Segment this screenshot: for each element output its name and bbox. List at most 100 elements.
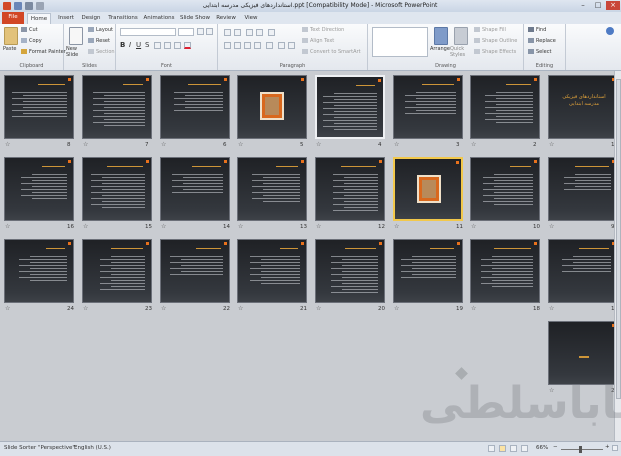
numbering-icon[interactable] [234,29,241,36]
slide-thumbnail[interactable] [315,239,385,303]
transition-star-icon[interactable]: ☆ [471,305,476,312]
slide-thumbnail[interactable] [393,157,463,221]
transition-star-icon[interactable]: ☆ [549,223,554,230]
transition-star-icon[interactable]: ☆ [549,305,554,312]
slide-thumbnail[interactable] [393,75,463,139]
replace-button[interactable]: Replace [528,38,556,44]
slide-thumbnail[interactable] [393,239,463,303]
transition-star-icon[interactable]: ☆ [394,141,399,148]
copy-button[interactable]: Copy [21,38,42,44]
slide-thumbnail[interactable] [4,157,74,221]
zoom-in-icon[interactable]: + [605,444,610,450]
transition-star-icon[interactable]: ☆ [161,223,166,230]
minimize-button[interactable]: – [576,1,590,10]
slide-thumbnail[interactable] [470,157,540,221]
italic-icon[interactable]: I [129,41,131,49]
increase-indent-icon[interactable] [256,29,263,36]
slide-thumbnail[interactable] [315,75,385,139]
find-button[interactable]: Find [528,27,546,33]
tab-slide-show[interactable]: Slide Show [179,13,211,24]
transition-star-icon[interactable]: ☆ [316,223,321,230]
slide-thumbnail[interactable] [82,75,152,139]
layout-button[interactable]: Layout [88,27,113,33]
align-text-button[interactable]: Align Text [302,38,334,44]
slide-sorter-view-icon[interactable] [499,445,506,452]
format-painter-button[interactable]: Format Painter [21,49,66,55]
zoom-slider-thumb[interactable] [579,446,582,453]
slide-thumbnail[interactable] [82,157,152,221]
align-right-icon[interactable] [244,42,251,49]
tab-review[interactable]: Review [214,13,238,24]
tab-design[interactable]: Design [80,13,102,24]
font-name-box[interactable] [120,28,176,36]
paste-icon[interactable] [4,27,18,45]
transition-star-icon[interactable]: ☆ [471,141,476,148]
undo-icon[interactable] [25,2,33,10]
transition-star-icon[interactable]: ☆ [394,223,399,230]
fit-to-window-icon[interactable] [612,445,618,451]
quick-styles-icon[interactable] [454,27,468,45]
slide-thumbnail[interactable] [548,157,618,221]
zoom-slider[interactable] [561,446,603,453]
shadow-icon[interactable]: S [145,41,149,49]
zoom-level[interactable]: 66% [536,445,548,451]
slide-thumbnail[interactable] [237,75,307,139]
character-spacing-icon[interactable] [164,42,171,49]
shape-effects-button[interactable]: Shape Effects [474,49,516,55]
transition-star-icon[interactable]: ☆ [316,141,321,148]
scrollbar-thumb[interactable] [616,79,621,399]
paste-button[interactable]: Paste [3,46,17,52]
arrange-button[interactable]: Arrange [430,46,450,52]
slide-thumbnail[interactable] [470,239,540,303]
font-size-box[interactable] [178,28,194,36]
help-icon[interactable] [606,27,614,35]
tab-transitions[interactable]: Transitions [106,13,140,24]
ltr-icon[interactable] [278,42,285,49]
transition-star-icon[interactable]: ☆ [238,223,243,230]
strikethrough-icon[interactable] [154,42,161,49]
slide-thumbnail[interactable] [160,239,230,303]
shape-outline-button[interactable]: Shape Outline [474,38,517,44]
reading-view-icon[interactable] [510,445,517,452]
slide-thumbnail[interactable] [470,75,540,139]
cut-button[interactable]: Cut [21,27,38,33]
transition-star-icon[interactable]: ☆ [316,305,321,312]
slide-thumbnail[interactable] [548,239,618,303]
transition-star-icon[interactable]: ☆ [83,305,88,312]
bullets-icon[interactable] [224,29,231,36]
transition-star-icon[interactable]: ☆ [549,141,554,148]
transition-star-icon[interactable]: ☆ [161,305,166,312]
transition-star-icon[interactable]: ☆ [394,305,399,312]
redo-icon[interactable] [36,2,44,10]
tab-file[interactable]: File [2,12,24,24]
tab-view[interactable]: View [241,13,261,24]
text-direction-button[interactable]: Text Direction [302,27,344,33]
new-slide-icon[interactable] [69,27,83,45]
maximize-button[interactable]: □ [591,1,605,10]
rtl-icon[interactable] [288,42,295,49]
select-button[interactable]: Select [528,49,551,55]
tab-insert[interactable]: Insert [55,13,77,24]
slide-thumbnail[interactable] [82,239,152,303]
quick-styles-button[interactable]: Quick Styles [450,46,474,58]
transition-star-icon[interactable]: ☆ [83,141,88,148]
slide-thumbnail[interactable] [4,75,74,139]
font-color-icon[interactable] [184,42,191,49]
normal-view-icon[interactable] [488,445,495,452]
align-left-icon[interactable] [224,42,231,49]
close-button[interactable]: × [606,1,620,10]
arrange-icon[interactable] [434,27,448,45]
transition-star-icon[interactable]: ☆ [161,141,166,148]
transition-star-icon[interactable]: ☆ [5,223,10,230]
slide-thumbnail[interactable] [160,75,230,139]
change-case-icon[interactable] [174,42,181,49]
slide-thumbnail[interactable] [160,157,230,221]
underline-icon[interactable]: U [136,41,141,49]
slide-thumbnail[interactable]: استانداردهای فیزیکی مدرسه ابتدایی [548,75,618,139]
slide-thumbnail[interactable] [315,157,385,221]
reset-button[interactable]: Reset [88,38,110,44]
slide-thumbnail[interactable] [237,157,307,221]
tab-animations[interactable]: Animations [143,13,175,24]
slide-thumbnail[interactable] [4,239,74,303]
shapes-gallery[interactable] [372,27,428,57]
